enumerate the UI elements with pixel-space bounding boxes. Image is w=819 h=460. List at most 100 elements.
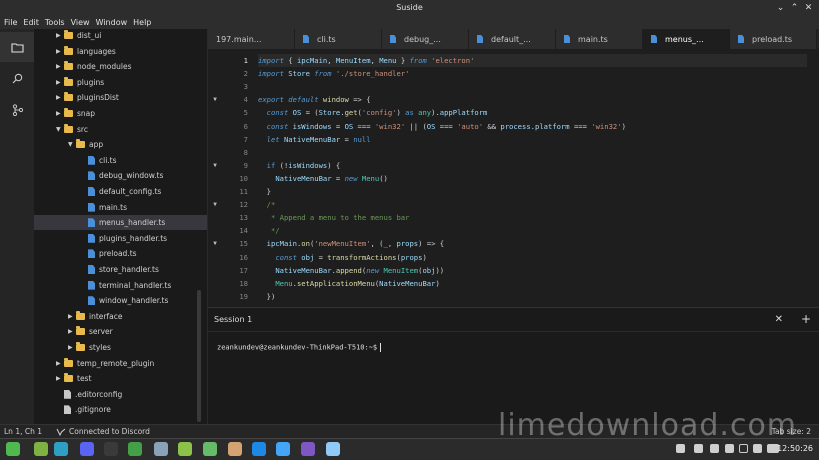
tree-file[interactable]: preload.ts	[34, 246, 207, 261]
suside-icon[interactable]	[154, 442, 168, 456]
sound-tray-icon[interactable]	[725, 444, 734, 453]
calendar-icon[interactable]	[301, 442, 315, 456]
code-editor[interactable]: 1 import { ipcMain, MenuItem, Menu } from…	[208, 49, 819, 307]
code-line[interactable]: 6 const isWindows = OS === 'win32' || (O…	[208, 120, 819, 133]
tree-file[interactable]: terminal_handler.ts	[34, 278, 207, 293]
close-window-icon[interactable]: ✕	[802, 0, 815, 15]
code-line[interactable]: 19 })	[208, 290, 819, 303]
clock[interactable]: 12:50:26	[777, 444, 813, 453]
tree-folder[interactable]: ▶ temp_remote_plugin	[34, 356, 207, 371]
tree-folder[interactable]: ▶ plugins	[34, 75, 207, 90]
tree-file[interactable]: window_handler.ts	[34, 293, 207, 308]
code-line[interactable]: 13 * Append a menu to the menus bar	[208, 211, 819, 224]
chevron-right-icon[interactable]: ▶	[56, 32, 64, 39]
code-line[interactable]: 11 }	[208, 185, 819, 198]
package-icon[interactable]	[228, 442, 242, 456]
files-icon[interactable]	[34, 442, 48, 456]
sidebar-scrollbar[interactable]	[197, 290, 201, 422]
tree-folder[interactable]: ▶ languages	[34, 44, 207, 59]
tree-file[interactable]: .editorconfig	[34, 387, 207, 402]
terminal-prompt-line[interactable]: zeankundev@zeankundev-ThinkPad-T510:~$	[217, 343, 382, 352]
network-tray-icon[interactable]	[676, 444, 685, 453]
chevron-right-icon[interactable]: ▶	[56, 360, 64, 367]
tree-file[interactable]: .gitignore	[34, 402, 207, 417]
terminal-icon[interactable]	[104, 442, 118, 456]
menu-view[interactable]: View	[71, 18, 90, 27]
tree-folder[interactable]: ▶ snap	[34, 106, 207, 121]
tree-file[interactable]: debug_window.ts	[34, 168, 207, 183]
source-control-icon[interactable]	[0, 95, 34, 125]
editor-tab[interactable]: cli.ts	[295, 29, 382, 49]
terminal-session-tab[interactable]: Session 1	[208, 315, 258, 324]
minimize-icon[interactable]: ⌄	[774, 0, 787, 15]
chevron-right-icon[interactable]: ▶	[56, 94, 64, 101]
tree-folder[interactable]: ▶ interface	[34, 309, 207, 324]
docs-icon[interactable]	[276, 442, 290, 456]
code-line[interactable]: 18 Menu.setApplicationMenu(NativeMenuBar…	[208, 277, 819, 290]
fold-chevron-icon[interactable]: ▼	[208, 240, 222, 247]
editor-tab[interactable]: debug_...	[382, 29, 469, 49]
edge-icon[interactable]	[54, 442, 68, 456]
code-line[interactable]: 10 NativeMenuBar = new Menu()	[208, 172, 819, 185]
chevron-right-icon[interactable]: ▶	[56, 110, 64, 117]
chat-icon[interactable]	[326, 442, 340, 456]
wifi-tray-icon[interactable]	[739, 444, 748, 453]
editor-tab[interactable]: preload.ts	[730, 29, 817, 49]
tree-file[interactable]: plugins_handler.ts	[34, 231, 207, 246]
tree-folder[interactable]: ▼ app	[34, 137, 207, 152]
tree-file[interactable]: menus_handler.ts	[34, 215, 207, 231]
tree-file[interactable]: cli.ts	[34, 153, 207, 168]
menu-tools[interactable]: Tools	[45, 18, 65, 27]
editor-tab[interactable]: menus_...	[643, 29, 730, 49]
cursor-position[interactable]: Ln 1, Ch 1	[4, 427, 42, 436]
close-terminal-icon[interactable]: ✕	[775, 314, 783, 325]
shield-tray-icon[interactable]	[694, 444, 703, 453]
code-line[interactable]: 8	[208, 146, 819, 159]
code-line[interactable]: 5 const OS = (Store.get('config') as any…	[208, 106, 819, 119]
menu-file[interactable]: File	[4, 18, 17, 27]
tree-file[interactable]: store_handler.ts	[34, 262, 207, 277]
editor-tab[interactable]: 197.main...	[208, 29, 295, 49]
code-line[interactable]: ▼ 4 export default window => {	[208, 93, 819, 106]
editor-tab[interactable]: default_...	[469, 29, 556, 49]
editor-tab[interactable]: main.ts	[556, 29, 643, 49]
chevron-right-icon[interactable]: ▶	[56, 375, 64, 382]
folder-icon[interactable]	[178, 442, 192, 456]
tree-folder[interactable]: ▶ server	[34, 324, 207, 339]
menu-edit[interactable]: Edit	[23, 18, 39, 27]
chevron-right-icon[interactable]: ▶	[56, 63, 64, 70]
code-line[interactable]: 14 */	[208, 224, 819, 237]
tree-file[interactable]: default_config.ts	[34, 184, 207, 199]
code-line[interactable]: 17 NativeMenuBar.append(new MenuItem(obj…	[208, 264, 819, 277]
chevron-down-icon[interactable]: ▼	[56, 126, 64, 133]
tree-folder[interactable]: ▶ test	[34, 371, 207, 386]
chevron-right-icon[interactable]: ▶	[68, 313, 76, 320]
chevron-right-icon[interactable]: ▶	[56, 48, 64, 55]
code-line[interactable]: ▼ 9 if (!isWindows) {	[208, 159, 819, 172]
chevron-right-icon[interactable]: ▶	[68, 328, 76, 335]
search-icon[interactable]	[0, 63, 34, 93]
discord-icon[interactable]	[80, 442, 94, 456]
explorer-icon[interactable]	[0, 32, 34, 62]
fold-chevron-icon[interactable]: ▼	[208, 162, 222, 169]
code-line[interactable]: 1 import { ipcMain, MenuItem, Menu } from…	[208, 54, 819, 67]
camera-icon[interactable]	[252, 442, 266, 456]
app-green-icon[interactable]	[128, 442, 142, 456]
grid-icon[interactable]	[203, 442, 217, 456]
code-line[interactable]: 7 let NativeMenuBar = null	[208, 133, 819, 146]
tree-folder[interactable]: ▶ pluginsDist	[34, 90, 207, 105]
code-line[interactable]: 2 import Store from './store_handler'	[208, 67, 819, 80]
tree-folder[interactable]: ▶ node_modules	[34, 59, 207, 74]
code-line[interactable]: ▼ 15 ipcMain.on('newMenuItem', (_, props)…	[208, 237, 819, 250]
chevron-down-icon[interactable]: ▼	[68, 141, 76, 148]
tree-folder[interactable]: ▼ src	[34, 122, 207, 137]
chevron-right-icon[interactable]: ▶	[56, 79, 64, 86]
chevron-right-icon[interactable]: ▶	[68, 344, 76, 351]
code-line[interactable]: 3	[208, 80, 819, 93]
menu-window[interactable]: Window	[96, 18, 128, 27]
maximize-icon[interactable]: ⌃	[788, 0, 801, 15]
new-terminal-icon[interactable]: +	[801, 312, 811, 326]
code-line[interactable]: 16 const obj = transformActions(props)	[208, 251, 819, 264]
mint-menu-icon[interactable]	[6, 442, 20, 456]
fold-chevron-icon[interactable]: ▼	[208, 96, 222, 103]
